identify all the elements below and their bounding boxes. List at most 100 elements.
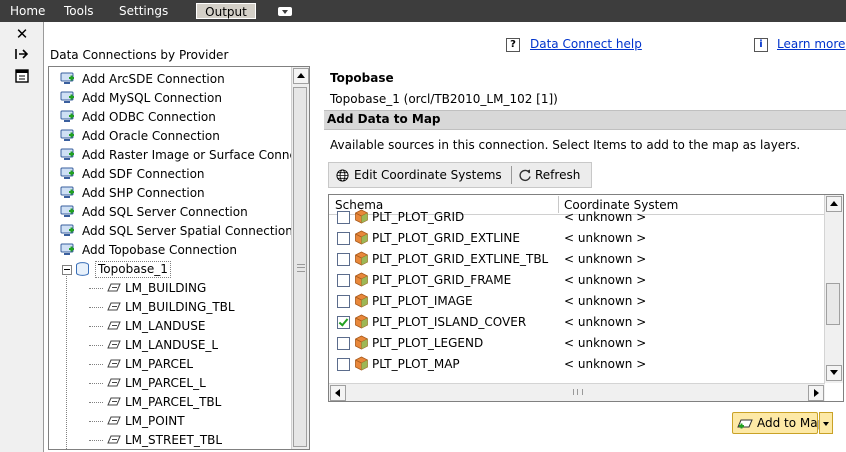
layer-item[interactable]: LM_PARCEL_TBL [49,393,249,411]
schema-row[interactable]: PLT_PLOT_LEGEND < unknown > [329,333,825,354]
refresh-button[interactable]: Refresh [517,165,580,185]
schema-name: PLT_PLOT_LEGEND [372,336,484,350]
menu-home[interactable]: Home [10,3,45,19]
layer-icon [107,359,121,368]
schema-row[interactable]: PLT_PLOT_ISLAND_COVER < unknown > [329,312,825,333]
schema-checkbox[interactable] [337,253,350,266]
layer-item[interactable]: LM_PARCEL [49,355,249,373]
collapse-icon[interactable] [62,265,72,275]
info-icon[interactable]: i [754,38,768,52]
add-to-map-button[interactable]: Add to Map [732,412,825,434]
database-icon [76,262,89,276]
grid-horizontal-scrollbar[interactable] [329,383,825,401]
toolbar-separator [511,166,512,184]
add-connection-icon [60,129,74,141]
layer-item[interactable]: LM_PARCEL_L [49,374,249,392]
add-connection-icon [60,110,74,122]
scroll-up-button[interactable] [826,196,842,212]
scroll-down-button[interactable] [826,365,842,381]
schema-row[interactable]: PLT_PLOT_MAP < unknown > [329,354,825,375]
schema-checkbox[interactable] [337,337,350,350]
add-connection-icon [60,186,74,198]
scroll-grip[interactable] [573,389,583,395]
menu-dropdown-icon[interactable] [278,7,292,16]
panel-title: Data Connections by Provider [50,48,229,62]
auto-hide-icon[interactable] [14,46,30,62]
layer-item[interactable]: LM_BUILDING [49,279,249,297]
schema-grid[interactable]: Schema Coordinate System PLT_PLOT_GRID < … [328,194,844,402]
scroll-up-button[interactable] [293,68,309,84]
grid-scroll-thumb[interactable] [826,283,840,325]
add-data-title: Add Data to Map [327,112,441,126]
add-to-map-dropdown[interactable] [819,412,833,434]
close-icon[interactable]: ✕ [14,26,30,42]
schema-checkbox[interactable] [337,316,350,329]
layer-item[interactable]: LM_STREET_TBL [49,431,249,449]
feature-class-icon [355,356,368,371]
data-connect-help-link[interactable]: Data Connect help [530,37,642,51]
layer-label: LM_POINT [125,414,185,428]
provider-label: Add SQL Server Connection [82,205,248,219]
connection-node[interactable]: Topobase_1 [49,260,289,278]
provider-item[interactable]: Add MySQL Connection [49,89,289,107]
layer-item[interactable]: LM_POINT [49,412,249,430]
add-to-map-label: Add to Map [757,416,826,430]
schema-checkbox[interactable] [337,232,350,245]
feature-class-icon [355,314,368,329]
provider-tree[interactable]: Add ArcSDE Connection Add MySQL Connectio… [48,66,310,450]
help-icon[interactable]: ? [506,38,520,52]
provider-item[interactable]: Add SDF Connection [49,165,289,183]
feature-class-icon [355,272,368,287]
schema-checkbox[interactable] [337,358,350,371]
schema-checkbox[interactable] [337,274,350,287]
schema-name: PLT_PLOT_ISLAND_COVER [372,315,527,329]
layer-label: LM_PARCEL_TBL [125,395,222,409]
add-connection-icon [60,224,74,236]
properties-icon[interactable] [14,68,30,84]
tree-scrollbar[interactable] [291,67,309,449]
menu-tools[interactable]: Tools [64,3,94,19]
add-connection-icon [60,148,74,160]
scroll-left-button[interactable] [330,385,346,401]
provider-item[interactable]: Add SQL Server Spatial Connection [49,222,293,240]
provider-item[interactable]: Add Topobase Connection [49,241,289,259]
provider-item[interactable]: Add Raster Image or Surface Conne [49,146,297,164]
add-connection-icon [60,243,74,255]
refresh-label: Refresh [535,168,581,182]
provider-item[interactable]: Add ODBC Connection [49,108,289,126]
provider-label: Add ODBC Connection [82,110,216,124]
learn-more-link[interactable]: Learn more [777,37,845,51]
refresh-icon [519,169,531,182]
provider-item[interactable]: Add Oracle Connection [49,127,289,145]
layer-label: LM_BUILDING [125,281,207,295]
layer-item[interactable]: LM_BUILDING_TBL [49,298,249,316]
edit-coordinate-systems-button[interactable]: Edit Coordinate Systems [332,165,502,185]
schema-row[interactable]: PLT_PLOT_IMAGE < unknown > [329,291,825,312]
layer-item[interactable]: LM_LANDUSE [49,317,249,335]
provider-label: Add Raster Image or Surface Conne [82,148,297,162]
coordinate-system-value: < unknown > [564,294,647,308]
schema-checkbox[interactable] [337,211,350,224]
tree-scroll-thumb[interactable] [293,87,307,447]
available-sources-text: Available sources in this connection. Se… [330,138,801,152]
provider-item[interactable]: Add SQL Server Connection [49,203,289,221]
layer-label: LM_STREET_TBL [125,433,223,447]
layer-item[interactable]: LM_LANDUSE_L [49,336,249,354]
schema-row[interactable]: PLT_PLOT_GRID_EXTLINE_TBL < unknown > [329,249,825,270]
menu-settings[interactable]: Settings [119,3,168,19]
schema-row[interactable]: PLT_PLOT_GRID < unknown > [329,207,825,228]
add-connection-icon [60,72,74,84]
schema-name: PLT_PLOT_GRID_EXTLINE_TBL [372,252,549,266]
scroll-right-button[interactable] [808,385,824,401]
provider-item[interactable]: Add ArcSDE Connection [49,70,289,88]
schema-row[interactable]: PLT_PLOT_GRID_EXTLINE < unknown > [329,228,825,249]
provider-item[interactable]: Add SHP Connection [49,184,289,202]
coordinate-system-value: < unknown > [564,252,647,266]
menu-output-tab[interactable]: Output [196,3,256,19]
schema-row[interactable]: PLT_PLOT_GRID_FRAME < unknown > [329,270,825,291]
add-connection-icon [60,167,74,179]
schema-checkbox[interactable] [337,295,350,308]
grid-toolbar: Edit Coordinate Systems Refresh [328,162,592,188]
layer-icon [107,302,121,311]
grid-vertical-scrollbar[interactable] [824,195,843,383]
